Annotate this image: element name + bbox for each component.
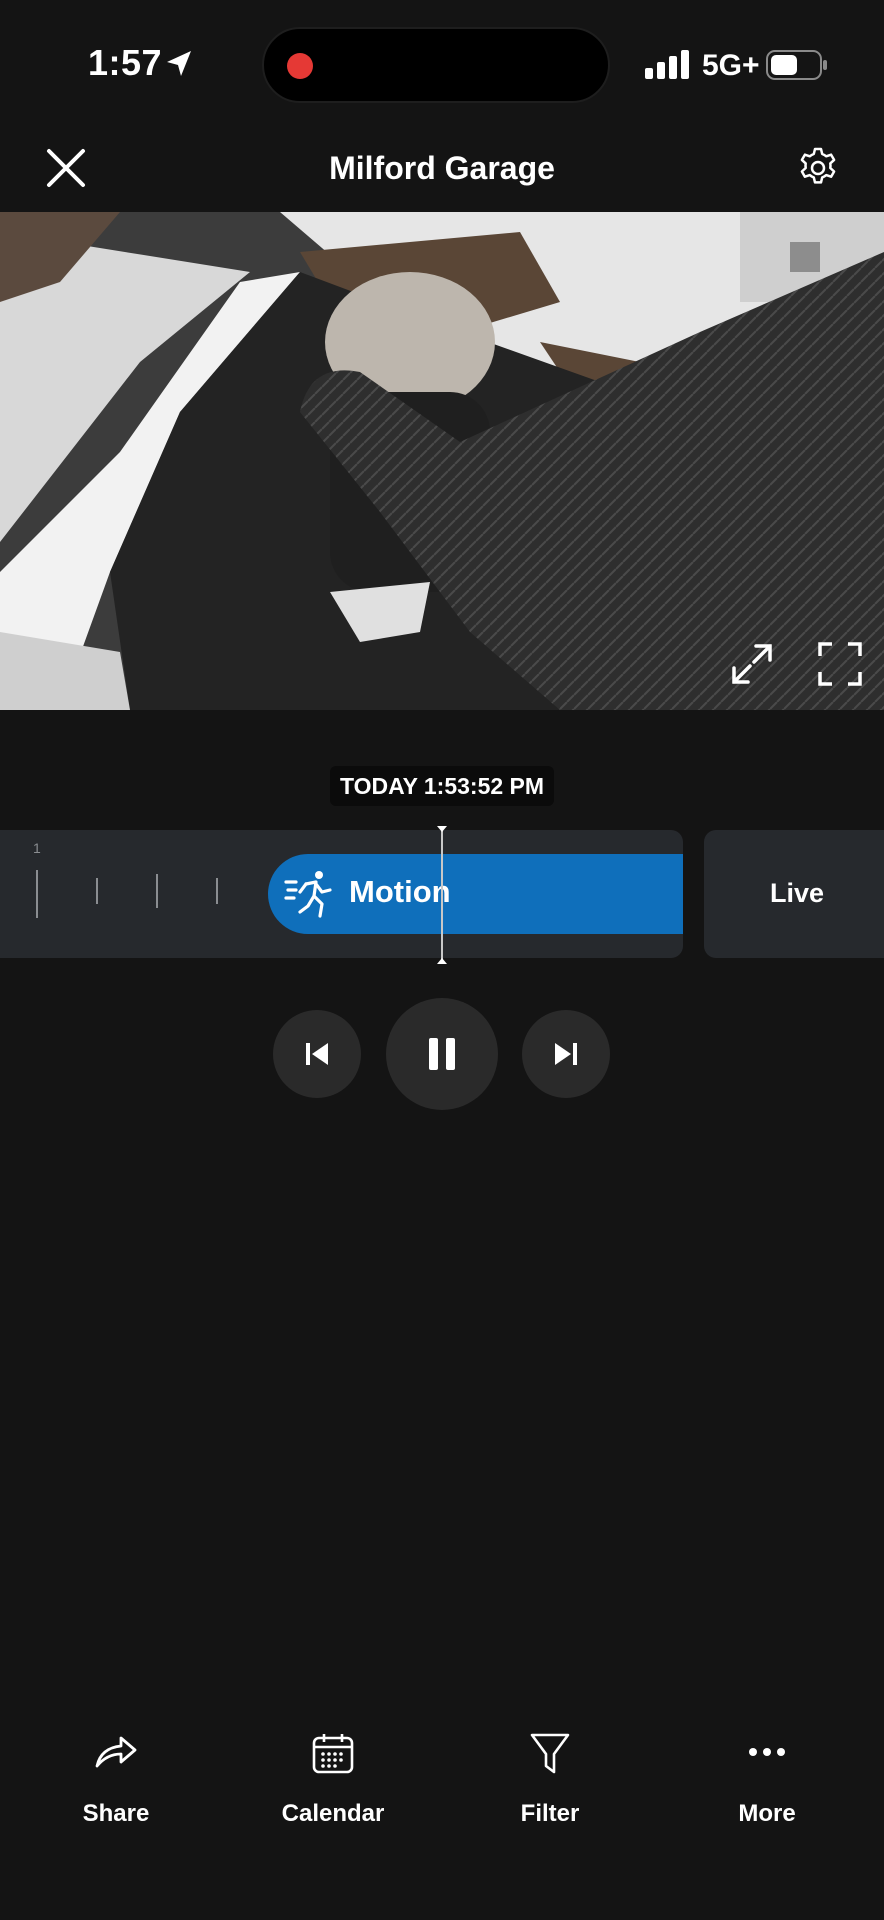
share-icon (95, 1736, 137, 1768)
page-title: Milford Garage (329, 150, 555, 186)
filter-label: Filter (520, 1800, 580, 1827)
timestamp-label: TODAY 1:53:52 PM (330, 766, 554, 806)
live-label: Live (770, 878, 825, 908)
recording-dot-icon (287, 53, 313, 79)
calendar-button[interactable]: Calendar (243, 1720, 423, 1830)
fullscreen-icon (818, 642, 862, 686)
network-type: 5G+ (702, 49, 760, 82)
timeline-tick (96, 878, 98, 904)
motion-event-clip[interactable]: Motion (268, 854, 683, 934)
fullscreen-button[interactable] (816, 640, 864, 688)
pause-button[interactable] (386, 998, 498, 1110)
timeline-scrubber[interactable]: 1 Motion (0, 830, 683, 958)
skip-next-icon (555, 1043, 577, 1065)
timeline-tick (216, 878, 218, 904)
video-feed[interactable] (0, 212, 884, 710)
calendar-icon (312, 1734, 354, 1774)
filter-icon (530, 1733, 570, 1774)
tick-label: 1 (33, 840, 41, 856)
share-label: Share (82, 1800, 150, 1827)
bottom-toolbar: Share Calendar Filter More (0, 1720, 884, 1840)
share-button[interactable]: Share (26, 1720, 206, 1830)
status-bar: 1:57 5G+ (0, 0, 884, 130)
playhead[interactable] (437, 826, 447, 964)
dynamic-island (262, 27, 610, 103)
cellular-signal-icon (645, 50, 689, 79)
pause-icon (429, 1038, 455, 1070)
running-person-icon (284, 871, 332, 918)
more-label: More (738, 1800, 796, 1827)
timeline-tick (156, 874, 158, 908)
next-button[interactable] (522, 1010, 610, 1098)
more-button[interactable]: More (677, 1720, 857, 1830)
timeline-tick (36, 870, 38, 918)
expand-button[interactable] (728, 640, 776, 688)
motion-event-label: Motion (349, 874, 451, 909)
filter-button[interactable]: Filter (460, 1720, 640, 1830)
camera-snapshot (0, 212, 884, 710)
battery-icon (766, 50, 827, 80)
header: Milford Garage (0, 130, 884, 212)
gear-icon (800, 147, 836, 184)
status-time: 1:57 (88, 42, 163, 83)
expand-arrows-icon (732, 644, 772, 684)
calendar-label: Calendar (281, 1800, 385, 1827)
location-arrow-icon (167, 51, 191, 76)
previous-button[interactable] (273, 1010, 361, 1098)
more-dots-icon (749, 1748, 785, 1756)
settings-button[interactable] (796, 146, 840, 190)
live-button[interactable]: Live (704, 830, 884, 958)
skip-previous-icon (306, 1043, 328, 1065)
